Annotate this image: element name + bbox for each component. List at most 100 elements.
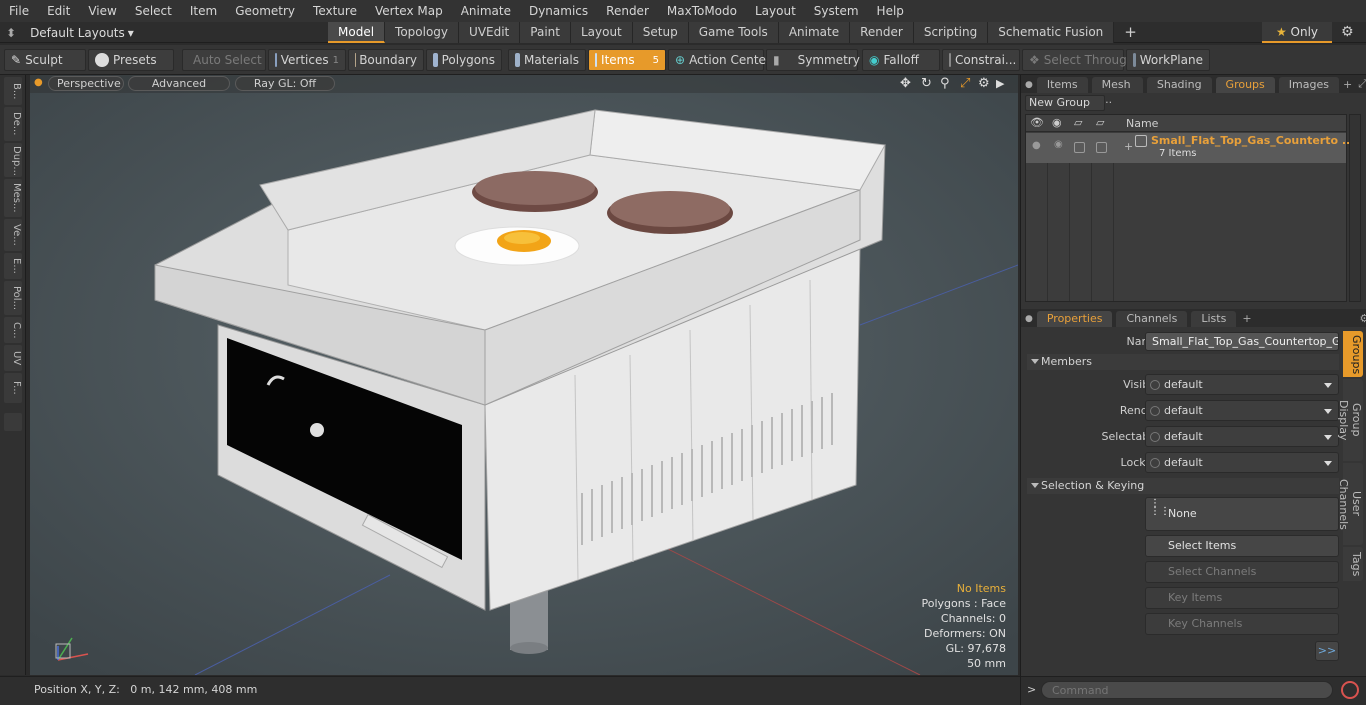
expand-plus-icon[interactable]: + (1124, 140, 1133, 153)
gear-icon[interactable]: ⚙ (1341, 24, 1354, 40)
auto-select-button[interactable]: Auto Select (182, 49, 266, 71)
sidetab-user-channels[interactable]: User Channels (1337, 463, 1363, 545)
workplane-button[interactable]: WorkPlane (1126, 49, 1210, 71)
view-perspective-button[interactable]: Perspective (48, 76, 124, 91)
left-tab-c[interactable]: C... (4, 317, 22, 343)
panel-expand-icon[interactable]: ⤢ (1358, 77, 1366, 91)
action-center-button[interactable]: ⊕ Action Center (668, 49, 771, 71)
left-tab-f[interactable]: F... (4, 373, 22, 403)
menu-texture[interactable]: Texture (304, 0, 366, 22)
panel-menu-icon[interactable]: ● (1025, 80, 1033, 90)
name-field[interactable]: Small_Flat_Top_Gas_Countertop_Grid (1145, 332, 1339, 351)
render-column-icon[interactable]: ◉ (1052, 116, 1062, 129)
properties-menu-icon[interactable]: ● (1025, 314, 1033, 324)
tab-render[interactable]: Render (850, 22, 914, 43)
falloff-button[interactable]: ◉ Falloff (862, 49, 940, 71)
add-properties-tab-icon[interactable]: + (1242, 312, 1251, 325)
raygl-button[interactable]: Ray GL: Off (235, 76, 335, 91)
select-channels-button[interactable]: Select Channels (1145, 561, 1339, 583)
tab-animate[interactable]: Animate (778, 22, 851, 43)
viewport-gear-icon[interactable]: ⚙ (978, 76, 990, 91)
none-button[interactable]: ⋮ ⋮⋮ None (1145, 497, 1339, 531)
record-icon[interactable] (1341, 681, 1359, 699)
render-toggle-icon[interactable]: ◉ (1054, 139, 1063, 150)
menu-render[interactable]: Render (597, 0, 658, 22)
tab-paint[interactable]: Paint (520, 22, 571, 43)
lock-column-icon[interactable]: ▱ (1096, 116, 1104, 129)
members-section[interactable]: Members (1027, 354, 1339, 370)
tab-layout[interactable]: Layout (570, 22, 633, 43)
left-tab-extra[interactable] (4, 413, 22, 431)
sidetab-group-display[interactable]: Group Display (1337, 379, 1363, 461)
name-column-header[interactable]: Name (1126, 117, 1158, 130)
left-tab-b[interactable]: B... (4, 77, 22, 105)
list-scrollbar[interactable] (1349, 114, 1361, 302)
menu-dynamics[interactable]: Dynamics (520, 0, 597, 22)
left-tab-de[interactable]: De... (4, 107, 22, 141)
tab-shading[interactable]: Shading (1146, 77, 1212, 93)
select-toggle[interactable] (1074, 142, 1085, 153)
materials-button[interactable]: Materials (508, 49, 586, 71)
select-through-button[interactable]: ❖ Select Through (1022, 49, 1134, 71)
layout-dropdown[interactable]: ⬍ Default Layouts ▾ (6, 22, 134, 43)
tab-setup[interactable]: Setup (632, 22, 689, 43)
tab-game-tools[interactable]: Game Tools (688, 22, 779, 43)
key-items-button[interactable]: Key Items (1145, 587, 1339, 609)
visibility-column-icon[interactable]: 👁 (1030, 116, 1044, 129)
constraints-button[interactable]: Constrai... (942, 49, 1020, 71)
viewport-menu-icon[interactable]: ● (34, 77, 43, 88)
tab-lists[interactable]: Lists (1191, 311, 1237, 327)
select-items-button[interactable]: Select Items (1145, 535, 1339, 557)
new-group-button[interactable]: New Group (1025, 95, 1105, 111)
fit-view-icon[interactable]: ⤢ (960, 76, 970, 91)
items-button[interactable]: Items 5 (588, 49, 666, 71)
selection-keying-section[interactable]: Selection & Keying (1027, 478, 1339, 494)
tab-properties[interactable]: Properties (1036, 311, 1113, 327)
polygons-button[interactable]: Polygons (426, 49, 502, 71)
list-item[interactable]: ● ◉ + Small_Flat_Top_Gas_Counterto ... 7… (1026, 133, 1354, 163)
locked-dropdown[interactable]: default (1145, 452, 1339, 473)
boundary-button[interactable]: Boundary (348, 49, 424, 71)
left-tab-pol[interactable]: Pol... (4, 281, 22, 315)
lock-toggle[interactable] (1096, 142, 1107, 153)
menu-view[interactable]: View (79, 0, 125, 22)
select-column-icon[interactable]: ▱ (1074, 116, 1082, 129)
selectable-dropdown[interactable]: default (1145, 426, 1339, 447)
tab-topology[interactable]: Topology (385, 22, 460, 43)
tab-schematic-fusion[interactable]: Schematic Fusion (988, 22, 1115, 43)
properties-gear-icon[interactable]: ⚙ (1360, 312, 1366, 325)
tab-model[interactable]: Model (328, 22, 386, 43)
render-dropdown[interactable]: default (1145, 400, 1339, 421)
more-button[interactable]: >> (1315, 641, 1339, 661)
presets-button[interactable]: Presets (88, 49, 174, 71)
left-tab-e[interactable]: E... (4, 253, 22, 279)
menu-maxtomodo[interactable]: MaxToModo (658, 0, 746, 22)
tab-images[interactable]: Images (1278, 77, 1339, 93)
add-tab-icon[interactable]: + (1343, 78, 1352, 91)
vertices-button[interactable]: Vertices 1 (268, 49, 346, 71)
command-input[interactable] (1041, 681, 1333, 699)
symmetry-button[interactable]: ▮ Symmetry (766, 49, 860, 71)
sidetab-tags[interactable]: Tags (1343, 547, 1363, 581)
menu-item[interactable]: Item (181, 0, 226, 22)
menu-select[interactable]: Select (126, 0, 181, 22)
visibility-toggle-icon[interactable]: ● (1032, 140, 1041, 151)
tab-mesh[interactable]: Mesh ... (1091, 77, 1143, 106)
tab-scripting[interactable]: Scripting (913, 22, 989, 43)
menu-animate[interactable]: Animate (452, 0, 520, 22)
rotate-view-icon[interactable]: ↻ (921, 76, 932, 91)
left-tab-mes[interactable]: Mes... (4, 179, 22, 217)
menu-system[interactable]: System (805, 0, 868, 22)
zoom-icon[interactable]: ⚲ (940, 76, 950, 91)
left-tab-dup[interactable]: Dup... (4, 143, 22, 177)
tab-groups[interactable]: Groups (1215, 77, 1275, 93)
left-tab-uv[interactable]: UV (4, 345, 22, 371)
viewport-expand-icon[interactable]: ▶ (996, 77, 1004, 90)
menu-file[interactable]: File (0, 0, 38, 22)
sidetab-groups[interactable]: Groups (1343, 331, 1363, 377)
sculpt-button[interactable]: ✎ Sculpt (4, 49, 86, 71)
move-view-icon[interactable]: ✥ (900, 76, 911, 91)
menu-help[interactable]: Help (868, 0, 913, 22)
menu-edit[interactable]: Edit (38, 0, 79, 22)
tab-items[interactable]: Items (1036, 77, 1088, 93)
